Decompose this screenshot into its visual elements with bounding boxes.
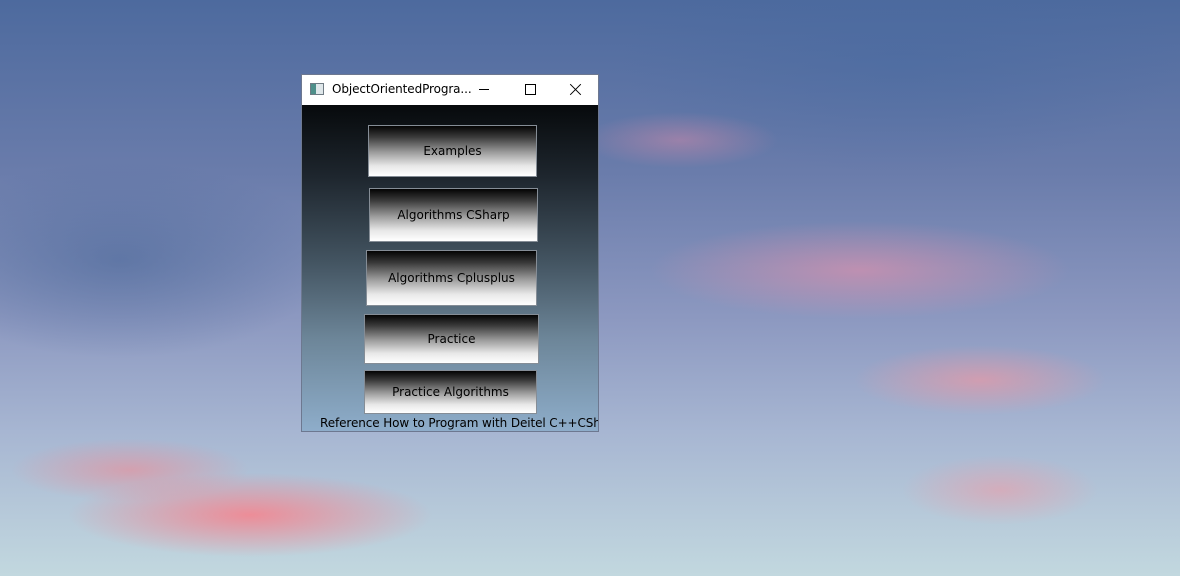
maximize-icon <box>525 84 536 95</box>
title-bar[interactable]: ObjectOrientedProgra... <box>302 75 598 105</box>
maximize-button[interactable] <box>507 75 552 105</box>
algorithms-csharp-button-label: Algorithms CSharp <box>397 208 510 222</box>
window-app-icon[interactable] <box>310 83 324 95</box>
close-icon <box>569 83 582 96</box>
app-window: ObjectOrientedProgra... Examples Algorit… <box>301 74 599 432</box>
algorithms-cplusplus-button[interactable]: Algorithms Cplusplus <box>366 250 537 306</box>
window-title: ObjectOrientedProgra... <box>332 82 472 96</box>
algorithms-cplusplus-button-label: Algorithms Cplusplus <box>388 271 515 285</box>
minimize-icon <box>479 89 489 90</box>
close-button[interactable] <box>553 75 598 105</box>
practice-button-label: Practice <box>427 332 476 346</box>
practice-algorithms-button-label: Practice Algorithms <box>392 385 509 399</box>
examples-button[interactable]: Examples <box>368 125 537 177</box>
practice-button[interactable]: Practice <box>364 314 539 364</box>
minimize-button[interactable] <box>462 75 507 105</box>
algorithms-csharp-button[interactable]: Algorithms CSharp <box>369 188 538 242</box>
examples-button-label: Examples <box>423 144 482 158</box>
reference-label: Reference How to Program with Deitel C++… <box>320 416 598 430</box>
desktop: { "window": { "title": "ObjectOrientedPr… <box>0 0 1180 576</box>
practice-algorithms-button[interactable]: Practice Algorithms <box>364 370 537 414</box>
window-client-area: Examples Algorithms CSharp Algorithms Cp… <box>302 105 598 431</box>
